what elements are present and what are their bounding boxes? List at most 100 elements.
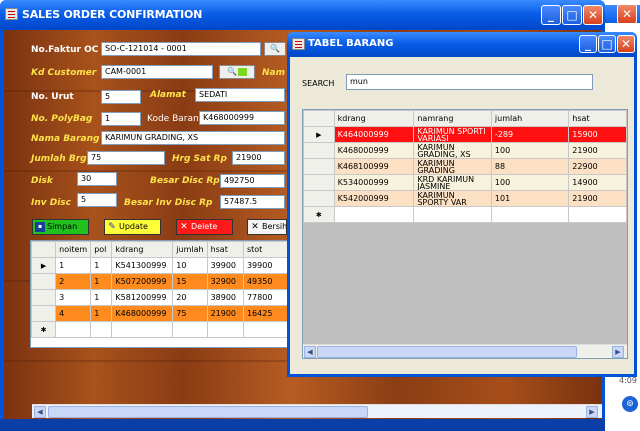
scroll-left-icon[interactable]: ◀ bbox=[34, 406, 46, 418]
col-header-namrang[interactable]: namrang bbox=[413, 110, 492, 127]
no-urut-field[interactable]: 5 bbox=[101, 90, 141, 104]
col-header-hsat[interactable]: hsat bbox=[568, 110, 627, 127]
cell[interactable]: KARIMUN GRADING, XS bbox=[413, 142, 492, 159]
cell[interactable]: 3 bbox=[55, 289, 92, 306]
row-header[interactable] bbox=[303, 142, 335, 159]
scroll-right-icon[interactable]: ▶ bbox=[612, 346, 624, 358]
besar-disc-field[interactable]: 492750 bbox=[220, 174, 285, 188]
cell[interactable]: -289 bbox=[490, 126, 570, 143]
delete-button[interactable]: ✕ Delete bbox=[176, 219, 233, 235]
row-header[interactable] bbox=[31, 273, 57, 290]
row-header[interactable] bbox=[31, 289, 57, 306]
col-header-kdrang[interactable]: kdrang bbox=[333, 110, 415, 127]
cell[interactable]: 39900 bbox=[206, 257, 244, 274]
update-button[interactable]: ✎ Update bbox=[104, 219, 161, 235]
kode-barang-field[interactable]: K468000999 bbox=[199, 111, 285, 125]
cell[interactable]: K581200999 bbox=[111, 289, 174, 306]
cell[interactable]: K468000999 bbox=[111, 305, 174, 322]
besar-inv-disc-field[interactable]: 57487.5 bbox=[220, 195, 285, 209]
popup-minimize-button[interactable]: _ bbox=[579, 35, 597, 53]
cell[interactable]: 1 bbox=[55, 257, 92, 274]
barang-grid[interactable]: kdrang namrang jumlah hsat ▶ K464000999 … bbox=[302, 109, 628, 359]
cell[interactable]: 38900 bbox=[206, 289, 244, 306]
row-header[interactable] bbox=[303, 174, 335, 191]
order-items-grid[interactable]: noitem pol kdrang jumlah hsat stot ▶ 1 1… bbox=[30, 240, 290, 348]
main-horizontal-scrollbar[interactable]: ◀ ▶ bbox=[32, 404, 602, 418]
table-row[interactable]: 3 1 K581200999 20 38900 77800 bbox=[31, 289, 289, 306]
cell[interactable]: 1 bbox=[90, 257, 113, 274]
cell[interactable]: 14900 bbox=[568, 174, 627, 191]
cell[interactable]: K541300999 bbox=[111, 257, 174, 274]
cell[interactable]: K534000999 bbox=[333, 174, 415, 191]
cell[interactable]: 22900 bbox=[568, 158, 627, 175]
cell[interactable]: 2 bbox=[55, 273, 92, 290]
col-header-noitem[interactable]: noitem bbox=[55, 241, 92, 258]
search-input[interactable]: mun bbox=[346, 74, 593, 90]
cell[interactable]: K542000999 bbox=[333, 190, 415, 207]
cell[interactable]: KRD KARIMUN JASMINE bbox=[413, 174, 492, 191]
no-faktur-field[interactable]: SO-C-121014 - 0001 bbox=[101, 42, 261, 56]
col-header-hsat[interactable]: hsat bbox=[206, 241, 244, 258]
cell[interactable]: 20 bbox=[172, 289, 208, 306]
cell[interactable]: K468100999 bbox=[333, 158, 415, 175]
cell[interactable]: 75 bbox=[172, 305, 208, 322]
popup-title-bar[interactable]: TABEL BARANG _ □ ✕ bbox=[287, 32, 637, 57]
cell[interactable]: 101 bbox=[490, 190, 570, 207]
cell[interactable]: K468000999 bbox=[333, 142, 415, 159]
cell[interactable]: 16425 bbox=[242, 305, 289, 322]
bersihkan-button[interactable]: ✕ Bersih bbox=[247, 219, 287, 235]
nama-barang-field[interactable]: KARIMUN GRADING, XS bbox=[101, 131, 285, 145]
cell[interactable]: 4 bbox=[55, 305, 92, 322]
cell[interactable]: KARIMUN SPORTY VAR bbox=[413, 190, 492, 207]
background-close-button[interactable]: ✕ bbox=[617, 4, 637, 24]
cell[interactable]: 100 bbox=[490, 142, 570, 159]
col-header-kdrang[interactable]: kdrang bbox=[111, 241, 174, 258]
col-header-stot[interactable]: stot bbox=[242, 241, 289, 258]
cell[interactable]: K507200999 bbox=[111, 273, 174, 290]
table-row[interactable]: 4 1 K468000999 75 21900 16425 bbox=[31, 305, 289, 322]
cell[interactable]: 49350 bbox=[242, 273, 289, 290]
close-button[interactable]: ✕ bbox=[583, 5, 603, 25]
row-header[interactable] bbox=[31, 305, 57, 322]
help-icon[interactable]: ⊚ bbox=[622, 396, 638, 412]
new-row[interactable]: ✱ bbox=[31, 321, 289, 338]
customer-search-button[interactable]: 🔍 bbox=[219, 65, 255, 79]
cell[interactable]: 32900 bbox=[206, 273, 244, 290]
cell[interactable]: 15900 bbox=[568, 126, 627, 143]
new-row[interactable]: ✱ bbox=[303, 206, 627, 223]
popup-close-button[interactable]: ✕ bbox=[617, 35, 635, 53]
main-title-bar[interactable]: SALES ORDER CONFIRMATION _ □ ✕ bbox=[0, 0, 605, 30]
simpan-button[interactable]: ▪ Simpan bbox=[32, 219, 89, 235]
table-row[interactable]: K534000999 KRD KARIMUN JASMINE 100 14900 bbox=[303, 174, 627, 191]
col-header-jumlah[interactable]: jumlah bbox=[490, 110, 570, 127]
cell[interactable]: KARIMUN SPORTI VARIASI bbox=[413, 126, 492, 143]
cell[interactable]: KARIMUN GRADING bbox=[413, 158, 492, 175]
hrg-sat-field[interactable]: 21900 bbox=[232, 151, 285, 165]
col-header-jumlah[interactable]: jumlah bbox=[172, 241, 208, 258]
cell[interactable]: K464000999 bbox=[333, 126, 415, 143]
no-polybag-field[interactable]: 1 bbox=[101, 112, 141, 126]
table-row[interactable]: 2 1 K507200999 15 32900 49350 bbox=[31, 273, 289, 290]
col-header-pol[interactable]: pol bbox=[90, 241, 113, 258]
table-row[interactable]: ▶ 1 1 K541300999 10 39900 39900 bbox=[31, 257, 289, 274]
alamat-field[interactable]: SEDATI bbox=[195, 88, 285, 102]
cell[interactable]: 39900 bbox=[242, 257, 289, 274]
row-header[interactable] bbox=[303, 158, 335, 175]
cell[interactable]: 21900 bbox=[568, 190, 627, 207]
row-header[interactable] bbox=[303, 190, 335, 207]
cell[interactable]: 1 bbox=[90, 289, 113, 306]
disk-field[interactable]: 30 bbox=[77, 172, 117, 186]
table-row[interactable]: K468100999 KARIMUN GRADING 88 22900 bbox=[303, 158, 627, 175]
jumlah-brg-field[interactable]: 75 bbox=[87, 151, 165, 165]
table-row[interactable]: K542000999 KARIMUN SPORTY VAR 101 21900 bbox=[303, 190, 627, 207]
popup-horizontal-scrollbar[interactable]: ◀ ▶ bbox=[303, 344, 627, 358]
scroll-thumb[interactable] bbox=[48, 406, 368, 418]
cell[interactable]: 1 bbox=[90, 305, 113, 322]
scroll-left-icon[interactable]: ◀ bbox=[304, 346, 316, 358]
kd-customer-field[interactable]: CAM-0001 bbox=[101, 65, 213, 79]
scroll-right-icon[interactable]: ▶ bbox=[586, 406, 598, 418]
table-row-selected[interactable]: ▶ K464000999 KARIMUN SPORTI VARIASI -289… bbox=[303, 126, 627, 143]
cell[interactable]: 88 bbox=[490, 158, 570, 175]
maximize-button[interactable]: □ bbox=[562, 5, 582, 25]
cell[interactable]: 21900 bbox=[206, 305, 244, 322]
